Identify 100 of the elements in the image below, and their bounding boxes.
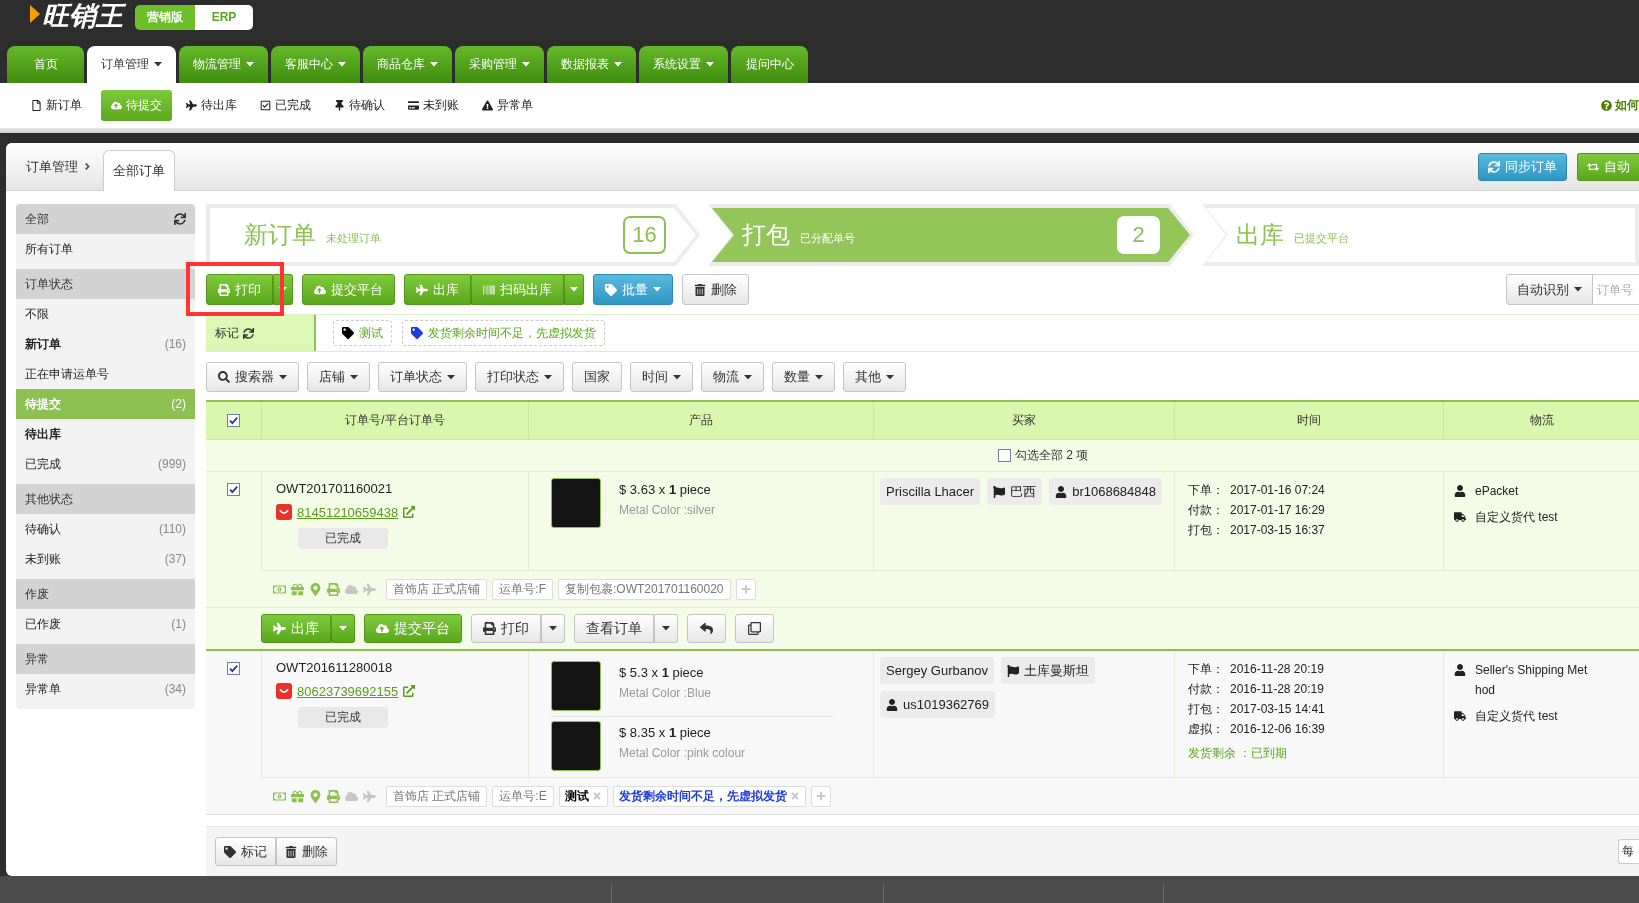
- order-count: (110): [158, 522, 186, 536]
- plane-icon: [186, 100, 197, 111]
- warning-icon: [482, 100, 493, 111]
- sidebar-item[interactable]: 待出库: [16, 419, 195, 449]
- sidebar-item[interactable]: 未到账 (37): [16, 544, 195, 574]
- sidebar-item[interactable]: 新订单 (16): [16, 329, 195, 359]
- view-order-button[interactable]: 查看订单: [574, 614, 654, 643]
- dropdown-toggle[interactable]: [541, 614, 565, 643]
- caret-icon: [350, 374, 358, 380]
- checkbox[interactable]: [227, 662, 240, 675]
- cloud-upload-icon: [314, 283, 326, 296]
- search-icon: [218, 371, 230, 383]
- sub-nav-item[interactable]: 待出库: [182, 90, 241, 121]
- filter-dropdown[interactable]: 其他: [843, 362, 906, 392]
- filter-dropdown[interactable]: 店铺: [307, 362, 370, 392]
- checkbox[interactable]: [227, 483, 240, 496]
- dropdown-toggle[interactable]: [564, 274, 584, 305]
- photo-placeholder: [551, 478, 601, 528]
- checkbox[interactable]: [227, 414, 240, 427]
- sub-nav-item[interactable]: 异常单: [478, 90, 537, 121]
- plane-icon[interactable]: [363, 582, 376, 596]
- caret-icon: [154, 62, 162, 67]
- gift-icon[interactable]: [291, 789, 304, 803]
- caret-icon: [815, 374, 823, 380]
- print-icon[interactable]: [327, 789, 340, 803]
- cloud-upload-icon: [376, 622, 389, 635]
- remove-icon[interactable]: [789, 791, 800, 801]
- sidebar-item[interactable]: 已作废 (1): [16, 609, 195, 639]
- order-number: OWT201611280018: [276, 659, 394, 677]
- gift-icon[interactable]: [291, 582, 304, 596]
- sidebar-item[interactable]: 正在申请运单号: [16, 359, 195, 389]
- step-title: 新订单: [244, 220, 316, 250]
- breadcrumb-link[interactable]: 订单管理: [26, 157, 78, 176]
- step-count: 16: [623, 216, 666, 254]
- breadcrumb-tab[interactable]: 全部订单: [103, 150, 175, 191]
- nav-tab[interactable]: 订单管理: [87, 46, 176, 83]
- filter-dropdown[interactable]: 国家: [572, 362, 622, 392]
- refresh-icon[interactable]: [174, 213, 186, 225]
- step-title: 打包: [742, 220, 790, 250]
- search-mode-dropdown[interactable]: 自动识别: [1506, 274, 1593, 305]
- sidebar-item[interactable]: 异常单 (34): [16, 674, 195, 704]
- dropdown-toggle[interactable]: [331, 614, 355, 643]
- buyer-name: Priscilla Lhacer: [880, 478, 981, 505]
- plane-icon[interactable]: [363, 789, 376, 803]
- column-header: 物流: [1529, 412, 1554, 429]
- person-icon: [886, 698, 898, 711]
- checkbox[interactable]: [998, 449, 1011, 462]
- filter-dropdown[interactable]: 物流: [701, 362, 764, 392]
- sub-nav-item[interactable]: 待确认: [330, 90, 389, 121]
- person-icon: [1055, 485, 1068, 498]
- sidebar-item[interactable]: 待确认 (110): [16, 514, 195, 544]
- refresh-icon[interactable]: [243, 327, 254, 339]
- page-size-select[interactable]: 每: [1618, 839, 1639, 864]
- cloud-icon[interactable]: [345, 582, 358, 596]
- time-label: 打包：: [1188, 701, 1224, 718]
- filter-dropdown[interactable]: 搜索器: [206, 362, 299, 392]
- order-count: (999): [158, 457, 186, 471]
- plane-icon: [416, 283, 428, 296]
- add-tag-button[interactable]: [810, 785, 831, 807]
- print-button[interactable]: 打印: [471, 614, 541, 643]
- copy-button[interactable]: [735, 614, 774, 643]
- group-title: 全部: [25, 210, 49, 228]
- sidebar-item[interactable]: 所有订单: [16, 234, 195, 264]
- caret-icon: [522, 62, 530, 67]
- external-link-icon[interactable]: [403, 685, 416, 697]
- undo-button[interactable]: [687, 614, 726, 643]
- sidebar-item[interactable]: 已完成 (999): [16, 449, 195, 479]
- filter-dropdown[interactable]: 数量: [772, 362, 835, 392]
- order-count: (34): [164, 682, 186, 696]
- sidebar-item[interactable]: 不限: [16, 299, 195, 329]
- bulk-action-button[interactable]: 标记: [215, 837, 276, 866]
- add-tag-button[interactable]: [735, 578, 756, 600]
- filter-dropdown[interactable]: 打印状态: [475, 362, 564, 392]
- bulk-action-button[interactable]: 删除: [276, 837, 337, 866]
- column-header: 买家: [1012, 412, 1036, 429]
- remove-icon[interactable]: [591, 791, 602, 801]
- step-subtitle: 未处理订单: [326, 231, 381, 246]
- cloud-icon[interactable]: [345, 789, 358, 803]
- help-link[interactable]: 如何: [1601, 97, 1639, 114]
- filter-dropdown[interactable]: 订单状态: [378, 362, 467, 392]
- external-link-icon[interactable]: [403, 506, 416, 518]
- product-price: $ 5.3 x 1 piece: [619, 664, 705, 682]
- location-pin-icon[interactable]: [309, 789, 322, 803]
- dropdown-toggle[interactable]: [654, 614, 678, 643]
- sub-nav-item[interactable]: 新订单: [27, 90, 86, 121]
- time-value: 2016-11-28 20:19: [1230, 681, 1324, 698]
- filter-dropdown[interactable]: 时间: [630, 362, 693, 392]
- sub-nav-item[interactable]: 已完成: [256, 90, 315, 121]
- sub-nav-item[interactable]: 未到账: [404, 90, 463, 121]
- order-info: 运单号:E: [492, 785, 554, 807]
- search-field[interactable]: 订单号: [1593, 274, 1639, 305]
- group-title: 异常: [25, 650, 49, 668]
- time-value: 2016-12-06 16:39: [1230, 721, 1325, 738]
- toolbar-button[interactable]: 删除: [682, 274, 749, 305]
- location-pin-icon[interactable]: [309, 582, 322, 596]
- tag-label: 测试: [564, 787, 589, 805]
- print-icon[interactable]: [327, 582, 340, 596]
- trash-icon: [285, 845, 297, 858]
- logo-mark-icon: [30, 5, 40, 23]
- plus-icon: [815, 791, 826, 801]
